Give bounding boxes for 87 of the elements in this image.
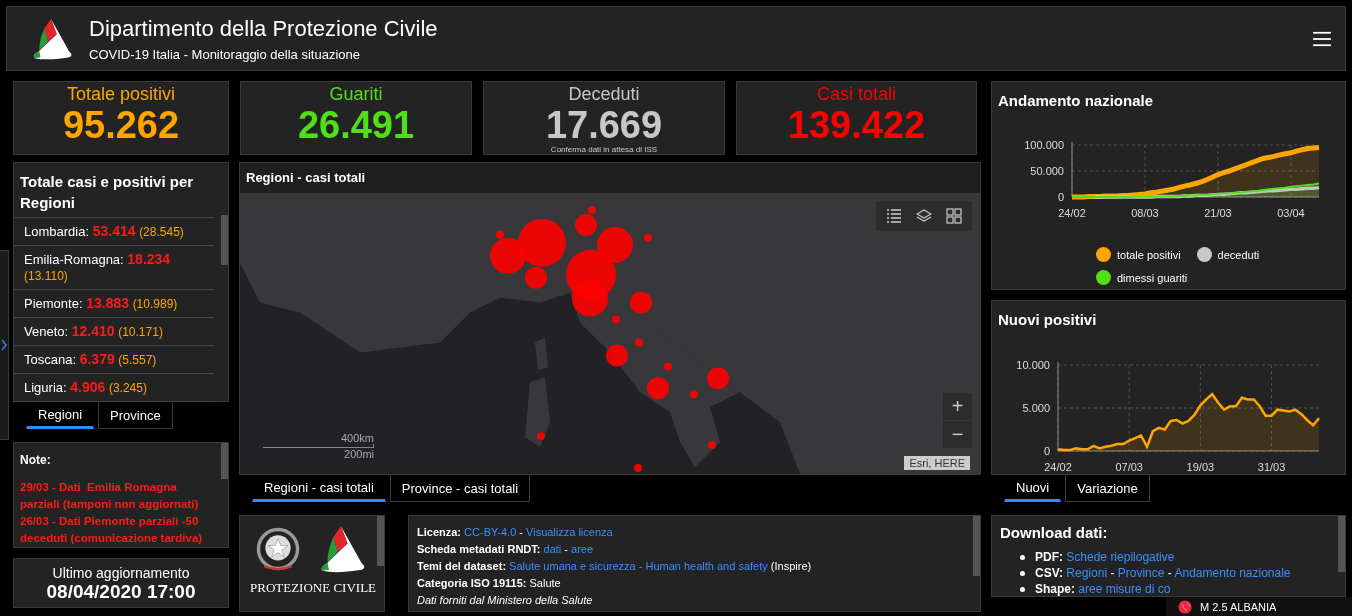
link[interactable]: Province	[1117, 566, 1165, 580]
toast-text: M 2.5 ALBANIA	[1200, 600, 1277, 613]
link[interactable]: CC-BY-4.0	[464, 526, 517, 538]
info-line: Categoria ISO 19115: Salute	[417, 576, 562, 591]
region-item[interactable]: Lombardia: 53.414 (28.545)	[14, 218, 214, 246]
tick-label: 5.000	[1022, 402, 1050, 414]
link[interactable]: Visualizza licenza	[526, 526, 613, 538]
scrollbar[interactable]	[973, 516, 980, 576]
tab[interactable]: Province	[98, 402, 173, 429]
zoom-out-button[interactable]: −	[943, 421, 972, 448]
globe-icon	[1178, 599, 1192, 614]
legend-label[interactable]: deceduti	[1217, 248, 1260, 261]
tick-label: 0	[1043, 445, 1050, 457]
scrollbar[interactable]	[1338, 516, 1345, 572]
scale-label: 200mi	[344, 448, 374, 460]
logo-text: PROTEZIONE CIVILE	[250, 580, 374, 596]
region-item[interactable]: Toscana: 6.379 (5.557)	[14, 346, 214, 374]
download-line: Shape: aree misure di co	[1035, 581, 1171, 597]
panel-title: Andamento nazionale	[997, 91, 1155, 111]
scale-label: 400km	[340, 432, 374, 444]
link[interactable]: aree	[571, 543, 594, 555]
stat-label: Totale positivi	[66, 84, 176, 105]
update-label: Ultimo aggiornamento	[51, 565, 191, 581]
stat-value: 17.669	[545, 105, 663, 145]
scrollbar[interactable]	[377, 516, 384, 566]
panel-title: Totale casi e positivi per Regioni	[19, 172, 195, 213]
stat-label: Deceduti	[568, 84, 640, 105]
link[interactable]: Regioni	[1066, 566, 1108, 580]
tick-label: 19/03	[1186, 461, 1215, 473]
stat-value: 139.422	[787, 105, 926, 145]
tick-label: 24/02	[1058, 207, 1086, 219]
list-icon[interactable]	[886, 208, 902, 224]
bullet-icon	[1020, 570, 1025, 576]
region-item[interactable]: Emilia-Romagna: 18.234 (13.110)	[14, 246, 214, 290]
link[interactable]: Salute umana e sicurezza - Human health and safety	[509, 560, 768, 572]
grid-icon[interactable]	[946, 208, 962, 224]
stat-label: Casi totali	[817, 84, 896, 105]
download-line: CSV: Regioni - Province - Andamento nazionale	[1035, 565, 1291, 581]
link[interactable]: Andamento nazionale	[1174, 566, 1291, 580]
stat-note: Conferma dati in attesa di ISS	[550, 145, 658, 154]
note-text: 29/03 - Dati Emilia Romagna parziali (tamponi non aggiornati)	[20, 480, 200, 512]
tick-label: 03/04	[1277, 207, 1305, 219]
download-line: PDF: Schede riepilogative	[1035, 549, 1175, 565]
zoom-in-button[interactable]: +	[943, 393, 972, 420]
note-text: 26/03 - Dati Piemonte parziali -50 deceduti (comunicazione tardiva)	[20, 514, 204, 546]
tab[interactable]: Province - casi totali	[389, 475, 531, 502]
panel-title: Regioni - casi totali	[240, 163, 980, 193]
app-title: Dipartimento della Protezione Civile	[89, 15, 438, 42]
stat-value: 95.262	[62, 105, 180, 145]
chevron-icon	[1, 339, 7, 351]
stat-label: Guariti	[329, 84, 383, 105]
link[interactable]: Schede riepilogative	[1066, 550, 1175, 564]
bullet-icon	[1020, 586, 1025, 592]
bullet-icon	[1020, 554, 1025, 560]
tick-label: 10.000	[1016, 359, 1050, 371]
region-item[interactable]: Piemonte: 13.883 (10.989)	[14, 290, 214, 318]
panel-title: Download dati:	[1000, 523, 1109, 543]
info-line: Scheda metadati RNDT: dati - aree	[417, 542, 595, 557]
tick-label: 100.000	[1024, 139, 1064, 151]
region-item[interactable]: Veneto: 12.410 (10.171)	[14, 318, 214, 346]
source-note: Dati forniti dal Ministero della Salute	[417, 593, 594, 608]
tick-label: 08/03	[1131, 207, 1159, 219]
panel-title: Nuovi positivi	[997, 310, 1098, 330]
info-line: Temi del dataset: Salute umana e sicurezza - Human health and safety (Inspire)	[417, 559, 813, 574]
tick-label: 50.000	[1030, 165, 1064, 177]
notification-toast[interactable]: M 2.5 ALBANIA	[1166, 597, 1352, 616]
legend-label[interactable]: totale positivi	[1117, 248, 1181, 261]
map-attribution: Esri, HERE	[904, 456, 970, 470]
link[interactable]: aree misure di co	[1078, 582, 1171, 596]
app-subtitle: COVID-19 Italia - Monitoraggio della situazione	[89, 46, 361, 62]
layers-icon[interactable]	[916, 208, 932, 224]
scrollbar[interactable]	[221, 215, 228, 265]
tick-label: 0	[1057, 191, 1064, 203]
legend-label[interactable]: dimessi guariti	[1117, 271, 1188, 284]
expand-handle[interactable]	[0, 250, 9, 440]
update-time: 08/04/2020 17:00	[45, 581, 197, 603]
tab[interactable]: Variazione	[1065, 475, 1150, 502]
info-line: Licenza: CC-BY-4.0 - Visualizza licenza	[417, 525, 614, 540]
tick-label: 07/03	[1115, 461, 1143, 473]
tick-label: 31/03	[1257, 461, 1286, 473]
link[interactable]: dati	[543, 543, 562, 555]
stat-value: 26.491	[297, 105, 415, 145]
notes-title: Note:	[20, 453, 52, 467]
tick-label: 24/02	[1044, 461, 1072, 473]
tick-label: 21/03	[1204, 207, 1232, 219]
scrollbar[interactable]	[221, 443, 228, 479]
menu-icon[interactable]	[1313, 30, 1331, 47]
